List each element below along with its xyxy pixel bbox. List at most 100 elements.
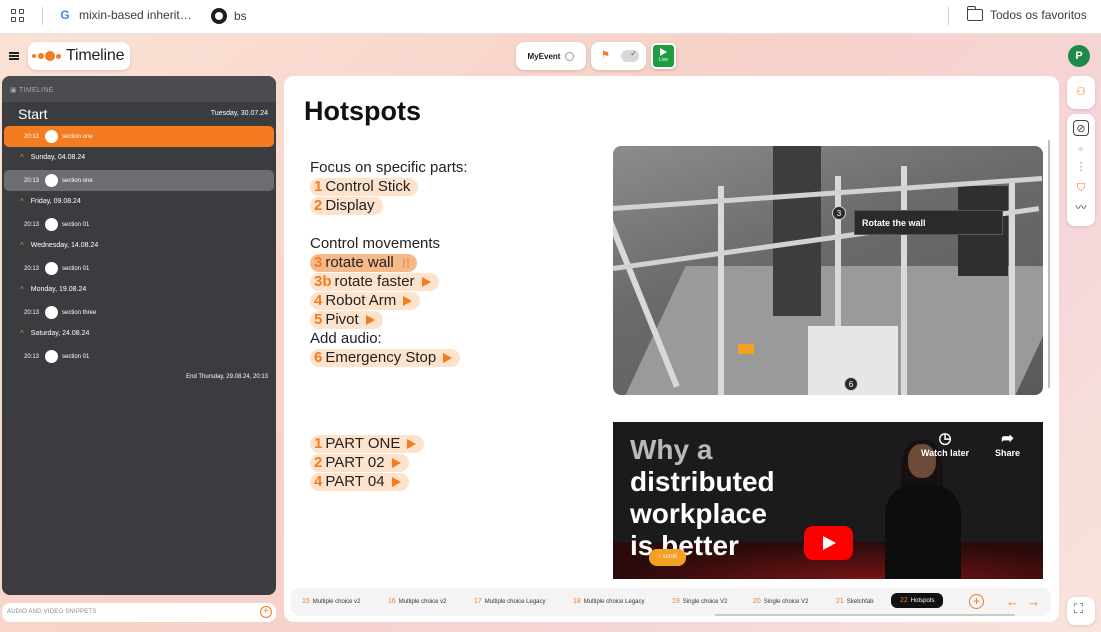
timeline-day[interactable]: ^ Monday, 19.08.24 [20,285,86,294]
avatar[interactable]: P [1068,45,1090,67]
more-vertical-icon[interactable]: ⋮ [1073,159,1089,175]
event-selector[interactable]: MyEvent [516,42,586,70]
slide-tab[interactable]: 17 Multiple choice Legacy [474,598,546,605]
part-list: 1 PART ONE 2 PART 02 4 PART 04 [310,434,425,491]
play-icon [403,295,413,306]
menu-icon[interactable] [9,52,19,60]
slide-tab[interactable]: 18 Multiple choice Legacy [573,598,645,605]
play-icon [391,457,401,468]
play-icon [391,476,401,487]
entry-time: 20:13 [24,133,40,140]
hotspot-chip[interactable]: 4 Robot Arm [310,291,421,310]
day-label: Wednesday, 14.08.24 [30,242,99,249]
content-scrollbar[interactable] [1048,140,1050,388]
gear-icon[interactable] [565,51,575,61]
intro-text: Control movements [310,235,441,252]
scene-wall [773,146,821,316]
event-name: MyEvent [527,51,561,61]
timeline-day[interactable]: ^ Sunday, 04.08.24 [20,153,85,162]
part-chip[interactable]: 4 PART 04 [310,472,409,491]
add-snippet-icon[interactable]: + [260,606,272,618]
hotspot-chip[interactable]: 5 Pivot [310,310,383,329]
add-slide-icon[interactable]: + [969,594,984,609]
part-chip[interactable]: 2 PART 02 [310,453,409,472]
hotspot-label: Emergency Stop [325,349,437,366]
audio-video-snippets[interactable]: AUDIO AND VIDEO SNIPPETS + [2,603,276,622]
clock-icon: ◷ [938,430,952,447]
timeline-entry[interactable]: 20:13 section one [4,170,274,191]
timeline-sidebar: ▣ TIMELINE Start Tuesday, 30.07.24 20:13… [2,76,276,595]
timeline-day[interactable]: ^ Friday, 09.08.24 [20,197,81,206]
slide-tabs-scrollbar[interactable] [715,614,1015,616]
share-label: Share [995,448,1021,458]
entry-dot-icon [45,174,58,187]
github-icon [211,8,227,24]
timeline-entry[interactable]: 20:13 section one [4,126,274,147]
bookmark-bs[interactable]: bs [211,8,247,24]
day-label: Friday, 09.08.24 [30,198,81,205]
youtube-play-button[interactable] [804,526,853,560]
app-logo[interactable]: Timeline [28,42,130,70]
play-icon [443,352,453,363]
participants-icon[interactable]: ⚇ [1073,84,1089,100]
hotspot-chip[interactable]: 1 Control Stick [310,177,419,196]
timeline-entry[interactable]: 20:13 section 01 [4,214,274,235]
hotspot-chip[interactable]: 3b rotate faster [310,272,439,291]
play-icon [365,314,375,325]
watch-later-button[interactable]: ◷ Watch later [921,430,969,458]
slide-tab[interactable]: 19 Single choice V2 [672,598,728,605]
entry-time: 20:13 [24,221,40,228]
part-label: PART 02 [325,454,385,471]
3d-scene-viewer[interactable]: 3 6 Rotate the wall [613,146,1043,395]
bookmark-mixin[interactable]: G mixin-based inherit… [58,8,192,22]
part-number: 2 [314,454,323,471]
slide-tab[interactable]: 21 Sketchfab [836,598,873,605]
fullscreen-button[interactable] [1067,597,1095,625]
hotspot-marker[interactable]: 3 [832,206,846,220]
chevron-up-icon: ^ [20,241,24,250]
entry-time: 20:13 [24,353,40,360]
timeline-day[interactable]: ^ Saturday, 24.08.24 [20,329,89,338]
timeline-entry[interactable]: 20:13 section 01 [4,258,274,279]
check-toggle[interactable] [621,49,639,62]
slide-tab[interactable]: 16 Multiple choice v2 [388,598,447,605]
app-title: Timeline [66,47,125,64]
shield-icon[interactable]: ⛉ [1073,180,1089,196]
share-button[interactable]: ➦ Share [995,430,1020,458]
timeline-entry[interactable]: 20:13 section 01 [4,346,274,367]
part-chip[interactable]: 1 PART ONE [310,434,425,453]
live-button[interactable]: Live [651,43,676,69]
start-date: Tuesday, 30.07.24 [210,110,268,117]
arrow-left-icon[interactable]: ← [1006,594,1019,609]
part-label: PART 04 [325,473,385,490]
flag-icon[interactable]: ⚑ [601,50,610,61]
hotspot-marker[interactable]: 6 [844,377,858,391]
watch-later-label: Watch later [921,448,970,458]
sidebar-heading: ▣ TIMELINE [2,76,276,102]
bulb-icon[interactable]: ● [1073,141,1089,157]
hotspot-chip[interactable]: 6 Emergency Stop [310,348,461,367]
arrow-right-icon[interactable]: → [1027,594,1040,609]
timeline-day[interactable]: ^ Wednesday, 14.08.24 [20,241,98,250]
slide-tab-active[interactable]: 22 Hotspots [891,593,944,608]
timeline-logo-icon [32,50,62,62]
hotspot-label: Control Stick [325,178,411,195]
hide-icon[interactable]: ⊘ [1073,120,1089,136]
scroll-badge[interactable]: ↓ scroll [649,549,686,566]
draw-icon[interactable]: 〰 [1073,200,1089,216]
apps-grid-icon[interactable] [11,9,26,24]
entry-time: 20:13 [24,177,40,184]
hotspot-chip[interactable]: 2 Display [310,196,383,215]
slide-tab[interactable]: 20 Single choice V2 [753,598,809,605]
slide-tab[interactable]: 15 Multiple choice v2 [302,598,361,605]
play-icon [660,48,667,56]
timeline-entry[interactable]: 20:13 section three [4,302,274,323]
sidebar-heading-label: TIMELINE [19,87,54,94]
bookmark-label: mixin-based inherit… [79,8,192,22]
bookmarks-bar: G mixin-based inherit… bs Todos os favor… [0,0,1101,34]
all-bookmarks-button[interactable]: Todos os favoritos [966,6,1087,22]
hotspot-label: rotate wall [325,254,394,271]
chevron-up-icon: ^ [20,153,24,162]
hotspot-chip[interactable]: 3 rotate wall [310,253,417,272]
page-title: Hotspots [304,96,421,126]
